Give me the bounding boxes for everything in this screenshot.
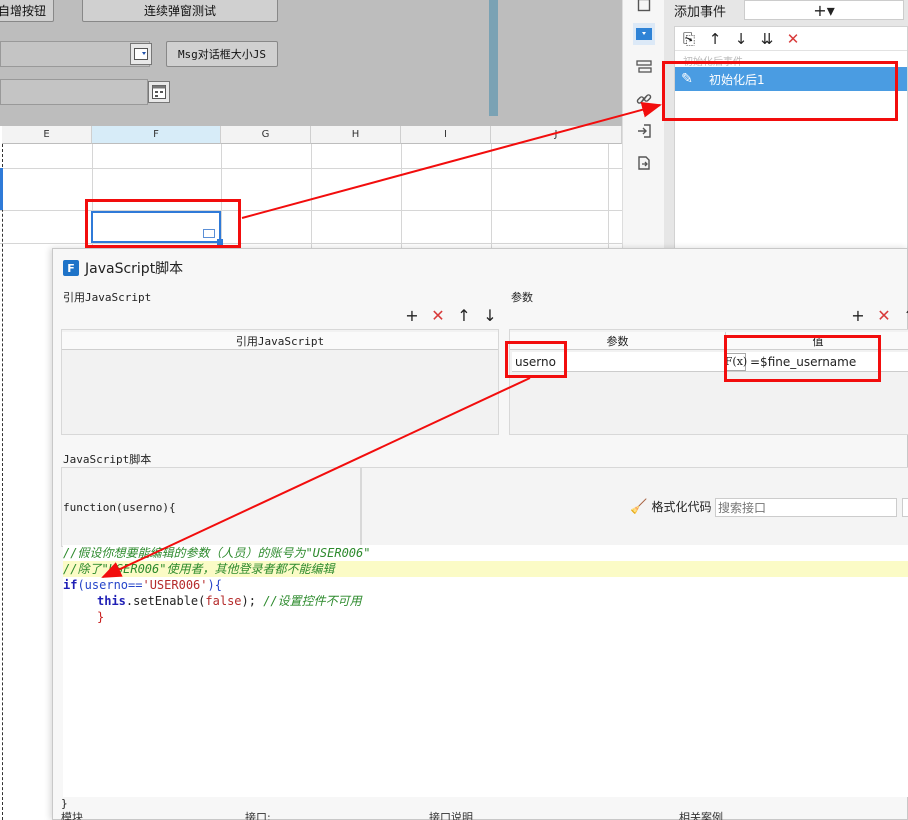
app-logo-icon: F <box>63 260 79 276</box>
move-bottom-icon[interactable]: ⇊ <box>759 30 775 48</box>
format-code-button[interactable]: 🧹 格式化代码 <box>630 498 711 515</box>
layout-icon[interactable] <box>633 56 655 78</box>
javascript-dialog: F JavaScript脚本 引用JavaScript 参数 + ✕ ↑ ↓ +… <box>52 248 908 820</box>
column-header-g[interactable]: G <box>221 126 311 144</box>
delete-icon[interactable]: ✕ <box>431 306 445 325</box>
search-scroll-edge <box>902 498 908 517</box>
code-line-1: //假设你想要能编辑的参数（人员）的账号为"USER006" <box>63 546 371 560</box>
event-item-after-init[interactable]: ✎ 初始化后1 <box>675 67 907 91</box>
widget-tool-strip <box>622 0 664 250</box>
arrow-up-icon[interactable]: ↑ <box>707 30 723 48</box>
code-editor[interactable]: //假设你想要能编辑的参数（人员）的账号为"USER006" //除了"USER… <box>63 545 908 797</box>
script-tools-box: 🧹 格式化代码 <box>361 467 908 547</box>
footer-api[interactable]: 接口: <box>245 809 271 820</box>
fill-handle[interactable] <box>217 239 223 245</box>
ref-js-table: 引用JavaScript <box>61 329 499 435</box>
function-signature-box: function(userno){ <box>61 467 361 547</box>
event-group-label: 初始化后事件 <box>683 57 743 68</box>
add-event-label: 添加事件 <box>674 5 727 20</box>
column-header-i[interactable]: I <box>401 126 491 144</box>
calendar-icon[interactable] <box>148 81 170 103</box>
footer-module[interactable]: 模块 <box>61 809 83 820</box>
add-icon[interactable]: + <box>851 306 865 325</box>
search-api-input[interactable] <box>715 498 897 517</box>
formula-icon[interactable]: F(x) <box>725 352 747 371</box>
param-value-cell[interactable]: F(x) =$fine_username <box>725 352 908 372</box>
function-signature: function(userno){ <box>63 501 176 514</box>
footer-tabs: 模块 接口: 接口说明 相关案例 <box>61 809 908 820</box>
value-column-header: 值 <box>726 332 908 350</box>
delete-icon[interactable]: ✕ <box>785 30 801 48</box>
add-event-dropdown[interactable]: +▾ <box>744 0 904 20</box>
arrow-down-icon[interactable]: ↓ <box>733 30 749 48</box>
combo-field[interactable] <box>0 41 150 67</box>
param-name-cell[interactable]: userno <box>512 352 726 372</box>
param-column-header: 参数 <box>510 332 726 350</box>
ref-js-column-header: 引用JavaScript <box>62 332 498 350</box>
params-section-label: 参数 <box>511 291 533 304</box>
footer-related-cases[interactable]: 相关案例 <box>679 809 723 820</box>
code-line-5: } <box>97 610 105 624</box>
code-line-4: this.setEnable(false); //设置控件不可用 <box>97 594 362 608</box>
ref-js-section-label: 引用JavaScript <box>63 291 152 304</box>
date-field[interactable] <box>0 79 148 105</box>
msg-dialog-size-button[interactable]: Msg对话框大小JS <box>166 41 278 67</box>
params-toolbar: + ✕ ↑ <box>851 306 908 325</box>
column-header-j[interactable]: J <box>491 126 622 144</box>
combo-dropdown-icon[interactable] <box>130 43 152 65</box>
column-header-f[interactable]: F <box>92 126 221 144</box>
import-icon[interactable] <box>633 120 655 142</box>
dropdown-widget-icon[interactable] <box>633 23 655 45</box>
column-header-e[interactable]: E <box>2 126 92 144</box>
arrow-up-icon[interactable]: ↑ <box>903 306 908 325</box>
edit-pencil-icon: ✎ <box>681 71 693 87</box>
copy-icon[interactable]: ⎘ <box>681 30 697 48</box>
selected-cell-f[interactable] <box>91 211 223 245</box>
link-icon[interactable] <box>633 88 655 110</box>
column-header-h[interactable]: H <box>311 126 401 144</box>
form-design-area: 自增按钮 连续弹窗测试 Msg对话框大小JS <box>0 0 622 126</box>
code-line-2: //除了"USER006"使用者，其他登录者都不能编辑 <box>63 561 908 577</box>
event-panel: 添加事件 +▾ ⎘ ↑ ↓ ⇊ ✕ 初始化后事件 ✎ 初始化后1 <box>664 0 908 250</box>
ref-js-toolbar: + ✕ ↑ ↓ <box>405 306 497 325</box>
grid-line <box>0 243 622 244</box>
form-right-border <box>489 0 498 116</box>
event-item-label: 初始化后1 <box>709 72 765 87</box>
event-toolbar: ⎘ ↑ ↓ ⇊ ✕ <box>675 27 907 51</box>
frame-icon[interactable] <box>633 0 655 16</box>
popup-test-button[interactable]: 连续弹窗测试 <box>82 0 278 22</box>
page-boundary-line <box>2 144 3 820</box>
arrow-up-icon[interactable]: ↑ <box>457 306 471 325</box>
dialog-title: F JavaScript脚本 <box>63 258 183 278</box>
submit-icon[interactable] <box>633 152 655 174</box>
row-marker <box>0 168 3 210</box>
script-section-label: JavaScript脚本 <box>63 453 152 466</box>
footer-api-desc[interactable]: 接口说明 <box>429 809 473 820</box>
params-table: 参数 值 userno F(x) =$fine_username <box>509 329 908 435</box>
grid-line <box>0 168 622 169</box>
broom-icon: 🧹 <box>630 498 648 515</box>
add-icon[interactable]: + <box>405 306 419 325</box>
widget-icon <box>203 229 215 238</box>
delete-icon[interactable]: ✕ <box>877 306 891 325</box>
code-line-3: if(userno=='USER006'){ <box>63 578 222 592</box>
add-button-partial[interactable]: 自增按钮 <box>0 0 54 22</box>
event-list: ⎘ ↑ ↓ ⇊ ✕ 初始化后事件 ✎ 初始化后1 <box>674 26 908 250</box>
arrow-down-icon[interactable]: ↓ <box>483 306 497 325</box>
